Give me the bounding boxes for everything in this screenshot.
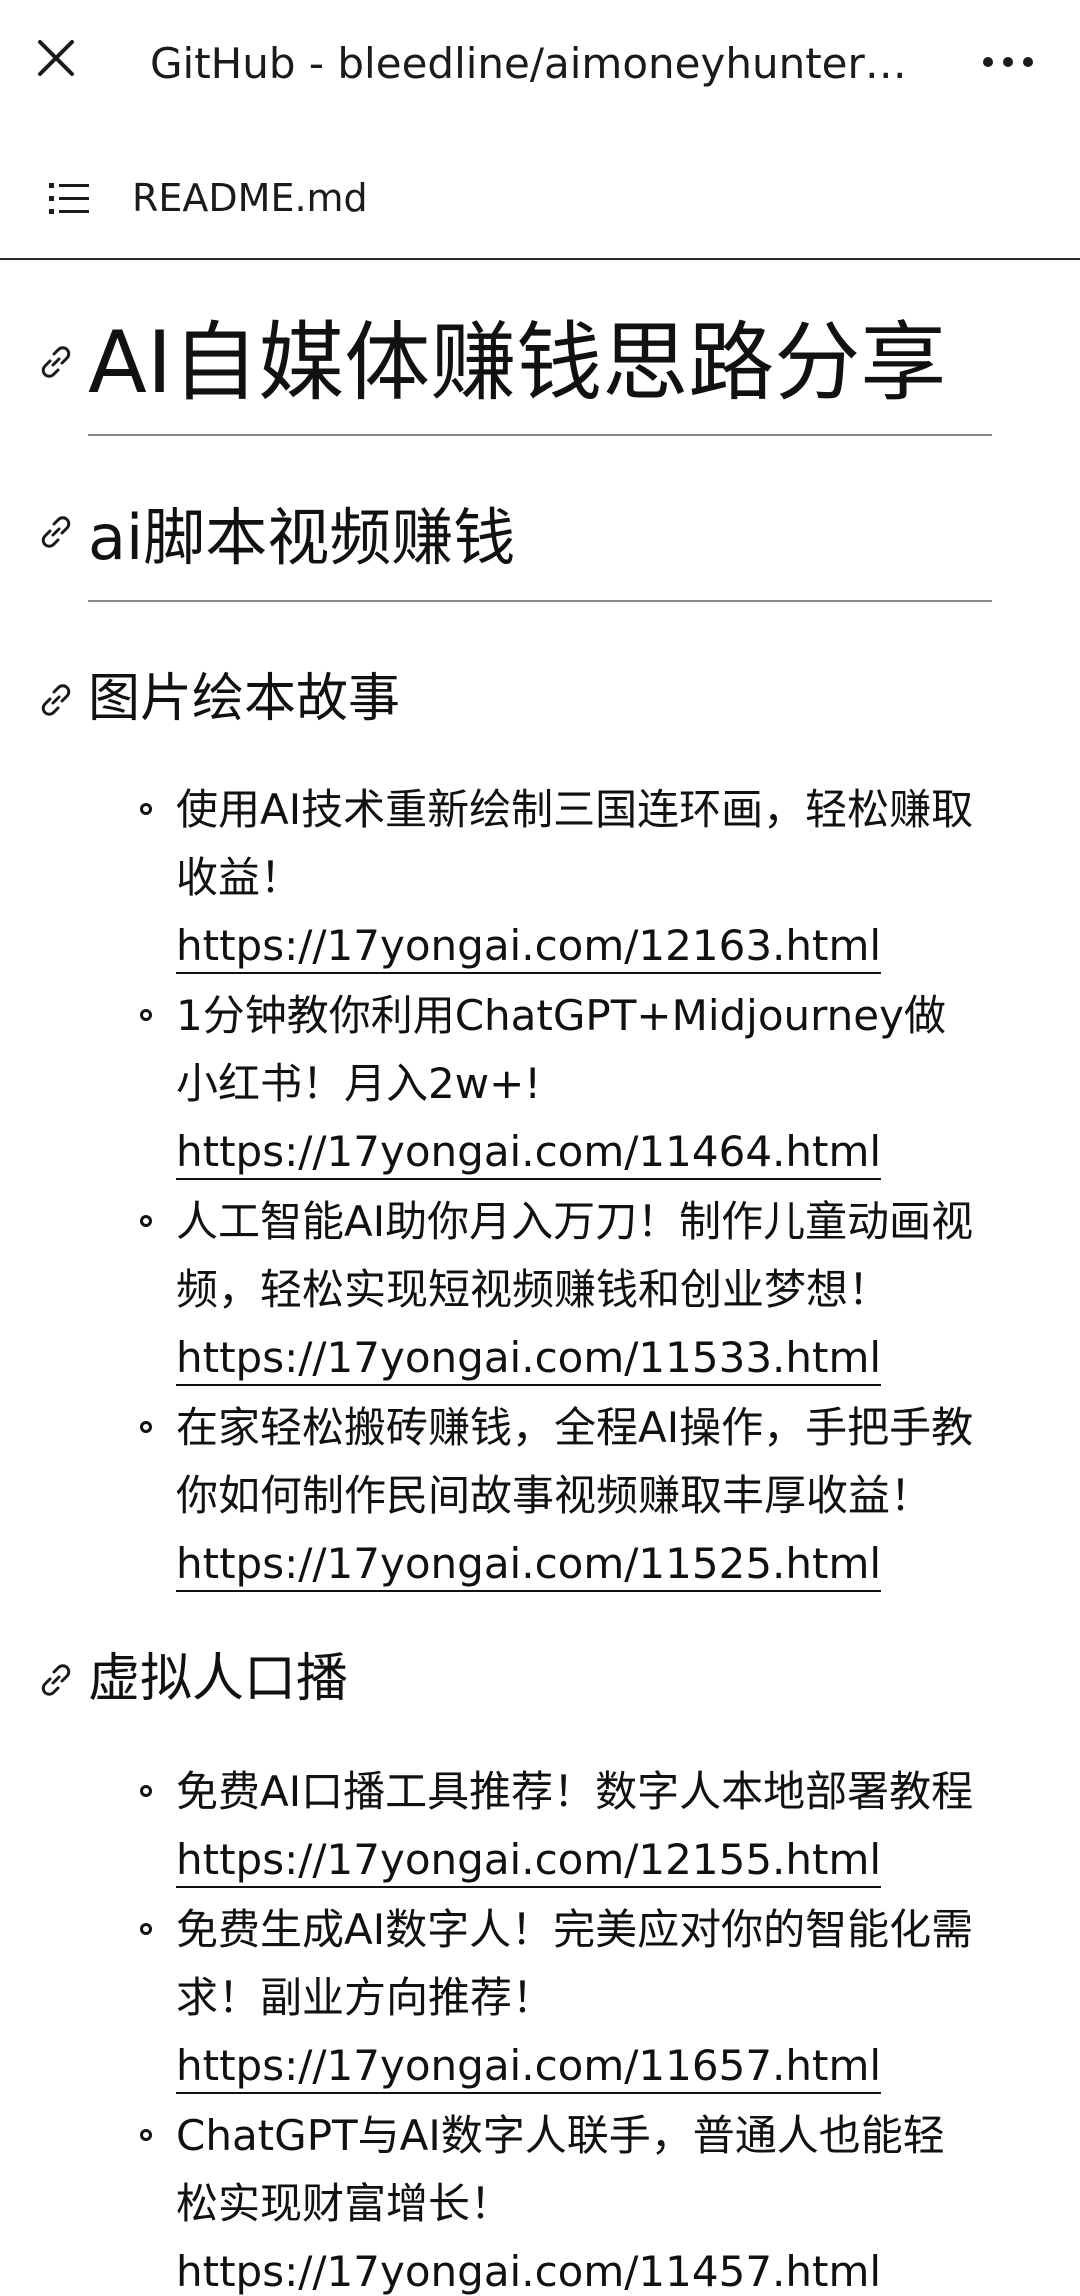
item-text: 免费生成AI数字人！完美应对你的智能化需求！副业方向推荐！ xyxy=(176,1905,974,2022)
bullet-icon xyxy=(140,803,152,815)
item-link[interactable]: https://17yongai.com/11464.html xyxy=(176,1127,882,1180)
item-link[interactable]: https://17yongai.com/11525.html xyxy=(176,1539,882,1592)
item-text: 免费AI口播工具推荐！数字人本地部署教程 xyxy=(176,1767,974,1816)
heading-2: ai脚本视频赚钱 xyxy=(88,501,516,574)
heading-3-section-2: 虚拟人口播 xyxy=(88,1649,349,1709)
file-name: README.md xyxy=(132,176,368,220)
heading-1: AI自媒体赚钱思路分享 xyxy=(88,313,947,413)
bullet-icon xyxy=(140,1923,152,1935)
list-item: 免费生成AI数字人！完美应对你的智能化需求！副业方向推荐！ https://17… xyxy=(0,1896,1080,2100)
h1-divider xyxy=(88,434,992,436)
close-icon xyxy=(38,40,74,76)
top-bar: GitHub - bleedline/aimoneyhunter… xyxy=(0,0,1080,128)
item-link[interactable]: https://17yongai.com/11533.html xyxy=(176,1333,882,1386)
item-text: 1分钟教你利用ChatGPT+Midjourney做小红书！月入2w+! xyxy=(176,991,946,1108)
list-item: ChatGPT与AI数字人联手，普通人也能轻松实现财富增长！ https://1… xyxy=(0,2102,1080,2296)
item-text: ChatGPT与AI数字人联手，普通人也能轻松实现财富增长！ xyxy=(176,2111,945,2228)
readme-viewer: GitHub - bleedline/aimoneyhunter… README… xyxy=(0,0,1080,2296)
link-icon xyxy=(41,684,71,716)
link-icon xyxy=(41,516,71,548)
page-title: GitHub - bleedline/aimoneyhunter… xyxy=(150,39,907,88)
item-text: 使用AI技术重新绘制三国连环画，轻松赚取收益！ xyxy=(176,785,974,902)
link-icon xyxy=(41,1664,71,1696)
list-item: 1分钟教你利用ChatGPT+Midjourney做小红书！月入2w+! htt… xyxy=(0,982,1080,1186)
item-link[interactable]: https://17yongai.com/12163.html xyxy=(176,921,882,974)
bullet-icon xyxy=(140,2129,152,2141)
close-button[interactable] xyxy=(28,30,84,86)
list-item: 在家轻松搬砖赚钱，全程AI操作，手把手教你如何制作民间故事视频赚取丰厚收益！ h… xyxy=(0,1394,1080,1598)
list-item: 使用AI技术重新绘制三国连环画，轻松赚取收益！ https://17yongai… xyxy=(0,776,1080,980)
link-icon xyxy=(41,346,71,378)
section-2-list: 免费AI口播工具推荐！数字人本地部署教程 https://17yongai.co… xyxy=(0,1758,1080,2296)
bullet-icon xyxy=(140,1421,152,1433)
heading-3-section-1: 图片绘本故事 xyxy=(88,669,401,729)
section-1-list: 使用AI技术重新绘制三国连环画，轻松赚取收益！ https://17yongai… xyxy=(0,776,1080,1600)
list-icon xyxy=(49,183,89,214)
more-icon xyxy=(983,57,1033,67)
h1-anchor-link[interactable] xyxy=(34,340,78,384)
list-item: 人工智能AI助你月入万刀！制作儿童动画视频，轻松实现短视频赚钱和创业梦想！ ht… xyxy=(0,1188,1080,1392)
item-link[interactable]: https://17yongai.com/12155.html xyxy=(176,1835,882,1888)
item-text: 在家轻松搬砖赚钱，全程AI操作，手把手教你如何制作民间故事视频赚取丰厚收益！ xyxy=(176,1403,974,1520)
file-bar: README.md xyxy=(0,150,1080,260)
table-of-contents-button[interactable] xyxy=(44,174,94,224)
item-link[interactable]: https://17yongai.com/11657.html xyxy=(176,2041,882,2094)
list-item: 免费AI口播工具推荐！数字人本地部署教程 https://17yongai.co… xyxy=(0,1758,1080,1894)
h2-anchor-link[interactable] xyxy=(34,510,78,554)
h2-divider xyxy=(88,600,992,602)
more-options-button[interactable] xyxy=(966,34,1050,90)
item-link[interactable]: https://17yongai.com/11457.html xyxy=(176,2247,882,2296)
bullet-icon xyxy=(140,1215,152,1227)
item-text: 人工智能AI助你月入万刀！制作儿童动画视频，轻松实现短视频赚钱和创业梦想！ xyxy=(176,1197,974,1314)
section-2-anchor-link[interactable] xyxy=(34,1658,78,1702)
bullet-icon xyxy=(140,1785,152,1797)
section-1-anchor-link[interactable] xyxy=(34,678,78,722)
bullet-icon xyxy=(140,1009,152,1021)
